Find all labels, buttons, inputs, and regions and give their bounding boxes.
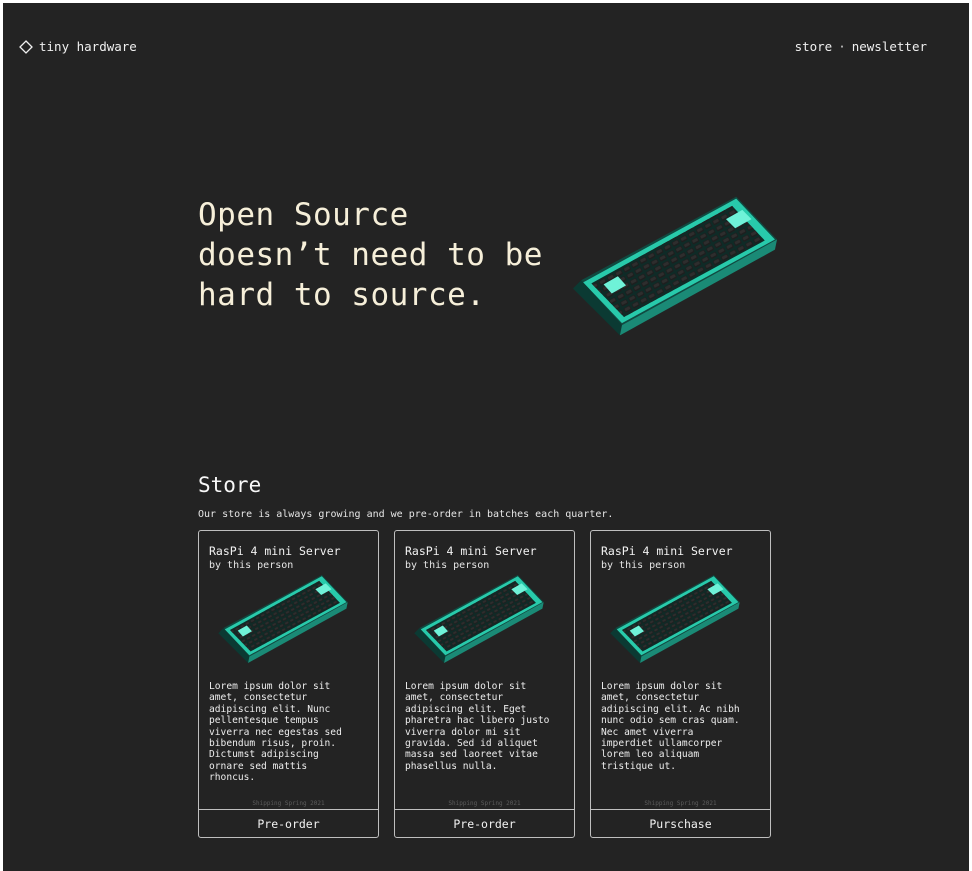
- top-nav: store · newsletter: [795, 39, 927, 54]
- hero-headline: Open Source doesn’t need to be hard to s…: [198, 195, 578, 315]
- keyboard-product-image: [609, 575, 741, 663]
- brand-name: tiny hardware: [39, 39, 137, 54]
- product-author: by this person: [209, 560, 294, 571]
- hero-line: Open Source: [198, 197, 409, 233]
- preorder-button[interactable]: Pre-order: [395, 809, 574, 837]
- keyboard-product-image: [217, 575, 349, 663]
- keyboard-product-image: [413, 575, 545, 663]
- keyboard-illustration: [573, 196, 777, 336]
- product-description: Lorem ipsum dolor sit amet, consectetur …: [601, 681, 740, 772]
- shipping-note: Shipping Spring 2021: [252, 800, 325, 807]
- brand-link[interactable]: tiny hardware: [19, 39, 137, 54]
- product-card: RasPi 4 mini Server by this person Lorem…: [590, 530, 771, 838]
- nav-separator: ·: [838, 39, 846, 54]
- page: tiny hardware store · newsletter Open So…: [3, 3, 969, 871]
- shipping-note: Shipping Spring 2021: [644, 800, 717, 807]
- product-name: RasPi 4 mini Server: [209, 544, 341, 558]
- product-card: RasPi 4 mini Server by this person Lorem…: [198, 530, 379, 838]
- hero-line: hard to source.: [198, 277, 486, 313]
- product-name: RasPi 4 mini Server: [601, 544, 733, 558]
- store-heading: Store: [198, 473, 262, 497]
- nav-newsletter-link[interactable]: newsletter: [852, 39, 927, 54]
- store-subtitle: Our store is always growing and we pre-o…: [198, 509, 614, 520]
- purchase-button[interactable]: Purschase: [591, 809, 770, 837]
- diamond-logo-icon: [19, 39, 33, 54]
- preorder-button[interactable]: Pre-order: [199, 809, 378, 837]
- shipping-note: Shipping Spring 2021: [448, 800, 521, 807]
- hero-line: doesn’t need to be: [198, 237, 543, 273]
- product-author: by this person: [601, 560, 686, 571]
- product-description: Lorem ipsum dolor sit amet, consectetur …: [209, 681, 342, 784]
- product-author: by this person: [405, 560, 490, 571]
- nav-store-link[interactable]: store: [795, 39, 833, 54]
- product-description: Lorem ipsum dolor sit amet, consectetur …: [405, 681, 550, 772]
- product-name: RasPi 4 mini Server: [405, 544, 537, 558]
- product-card: RasPi 4 mini Server by this person Lorem…: [394, 530, 575, 838]
